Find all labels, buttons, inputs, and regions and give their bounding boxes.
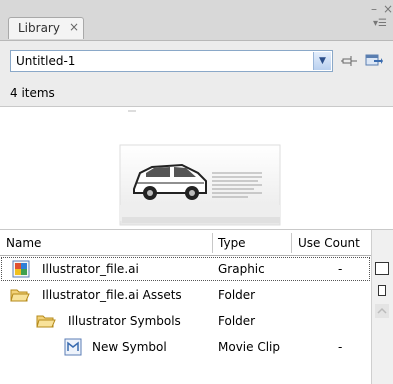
- document-select-value: Untitled-1: [16, 54, 76, 68]
- item-type: Movie Clip: [218, 340, 280, 354]
- list-item[interactable]: Illustrator Symbols Folder: [0, 308, 371, 334]
- column-divider[interactable]: [291, 233, 292, 253]
- item-use-count: -: [338, 340, 343, 354]
- narrow-state-button[interactable]: [378, 285, 386, 296]
- item-use-count: -: [338, 262, 343, 276]
- wide-state-button[interactable]: [375, 262, 389, 275]
- column-use-count[interactable]: Use Count: [298, 236, 360, 250]
- library-items-list: Illustrator_file.ai Graphic - Illustrato…: [0, 256, 371, 384]
- close-icon[interactable]: ×: [383, 2, 393, 16]
- item-name: Illustrator_file.ai Assets: [42, 288, 182, 302]
- list-item[interactable]: Illustrator_file.ai Assets Folder: [0, 282, 371, 308]
- preview-image: [119, 110, 281, 226]
- tab-close-icon[interactable]: ×: [69, 20, 79, 34]
- item-type: Graphic: [218, 262, 265, 276]
- list-item[interactable]: New Symbol Movie Clip -: [0, 334, 371, 360]
- tab-library[interactable]: Library ×: [8, 17, 84, 39]
- scroll-up-button[interactable]: [375, 304, 389, 318]
- column-divider[interactable]: [212, 233, 213, 253]
- library-panel: Library × – × ▾☰ Untitled-1 ▼ 4 items Na…: [0, 0, 393, 384]
- pin-icon[interactable]: [340, 52, 360, 70]
- list-header: Name Type Use Count ▲: [0, 230, 393, 256]
- list-item[interactable]: Illustrator_file.ai Graphic -: [0, 256, 371, 282]
- column-name[interactable]: Name: [6, 236, 41, 250]
- item-name: Illustrator Symbols: [68, 314, 181, 328]
- tab-library-label: Library: [18, 21, 60, 35]
- graphic-icon: [12, 260, 30, 278]
- item-type: Folder: [218, 314, 256, 328]
- item-name: New Symbol: [92, 340, 167, 354]
- folder-icon: [10, 286, 30, 304]
- minimize-icon[interactable]: –: [371, 2, 377, 16]
- column-type[interactable]: Type: [218, 236, 246, 250]
- vertical-scrollbar[interactable]: [371, 230, 393, 384]
- document-select[interactable]: Untitled-1 ▼: [10, 50, 333, 72]
- panel-menu-icon[interactable]: ▾☰: [373, 18, 387, 29]
- chevron-up-icon: [377, 307, 387, 314]
- folder-icon: [36, 312, 56, 330]
- new-library-panel-icon[interactable]: [364, 52, 384, 70]
- movieclip-icon: [64, 338, 82, 356]
- item-count: 4 items: [10, 86, 55, 100]
- item-type: Folder: [218, 288, 256, 302]
- item-name: Illustrator_file.ai: [42, 262, 139, 276]
- preview-pane: [0, 106, 393, 230]
- chevron-down-icon[interactable]: ▼: [313, 52, 331, 70]
- panel-tab-strip: Library × – × ▾☰: [0, 0, 393, 41]
